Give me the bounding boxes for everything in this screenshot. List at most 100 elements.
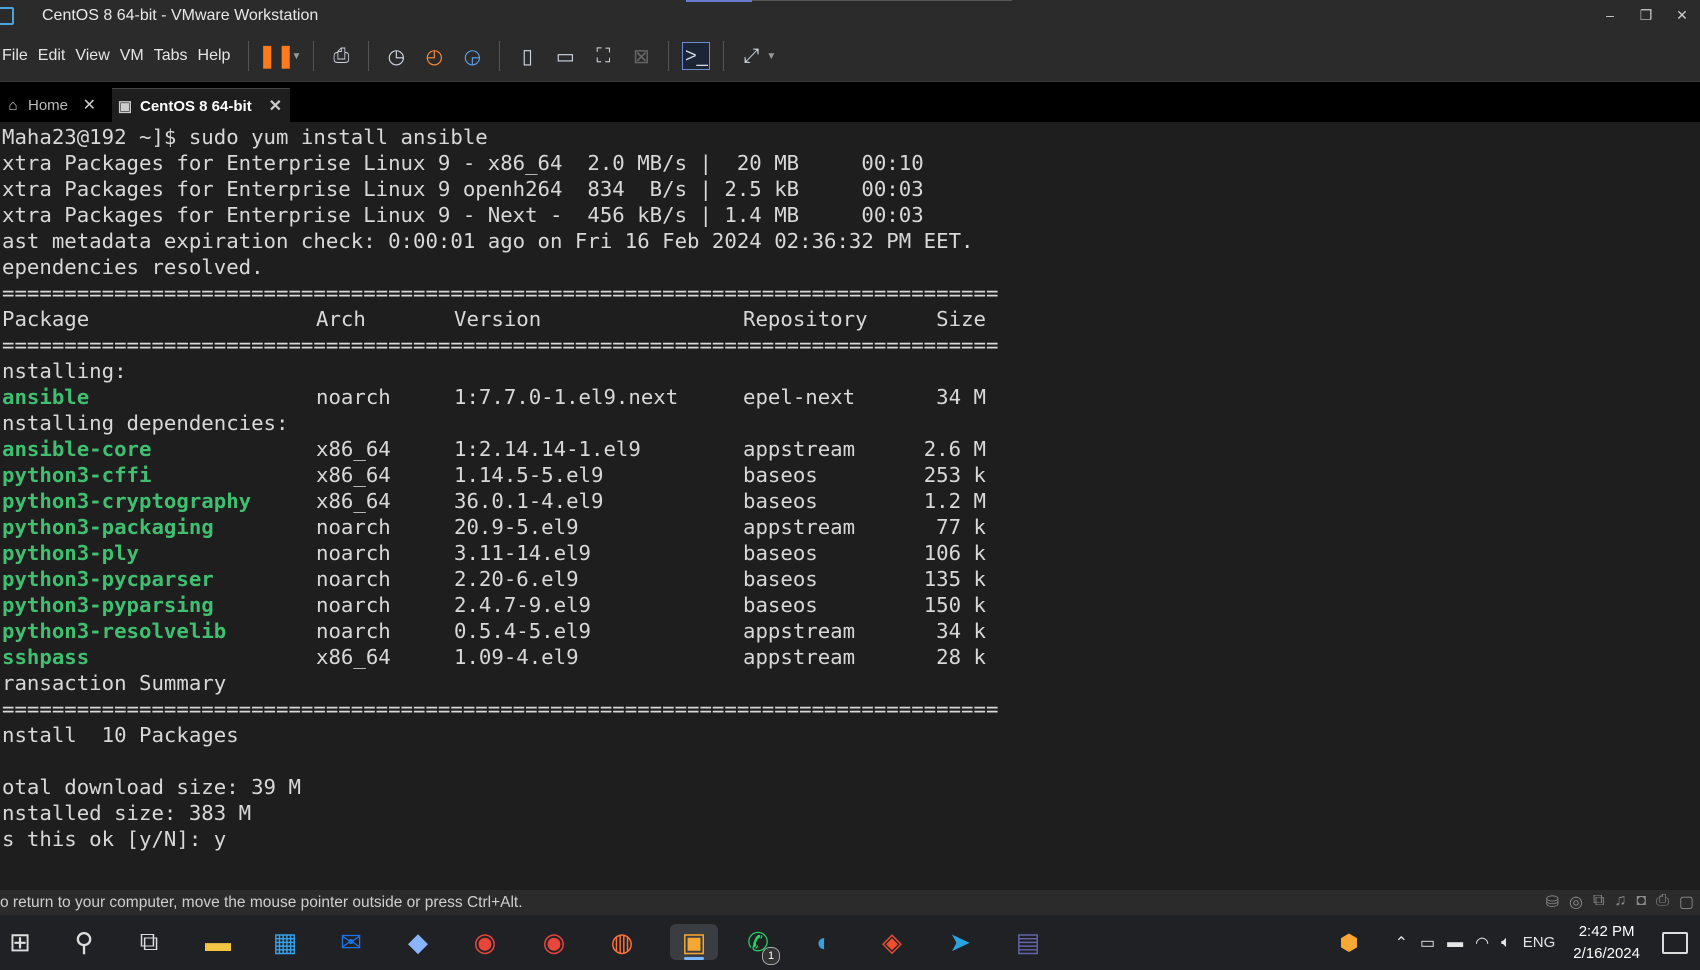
revert-snapshot-icon[interactable]: ◴ <box>420 42 448 70</box>
wifi-icon[interactable]: ◠ <box>1475 933 1489 953</box>
menu-help[interactable]: Help <box>198 47 241 65</box>
package-arch: noarch <box>316 385 391 409</box>
package-repo: baseos <box>743 463 818 487</box>
pause-icon[interactable]: ❚❚ <box>258 42 295 70</box>
package-repo: baseos <box>743 567 818 591</box>
deps-label: nstalling dependencies: <box>2 411 289 435</box>
package-name: sshpass <box>2 645 90 669</box>
package-arch: noarch <box>316 593 391 617</box>
microsoft-store-icon[interactable]: ▦ <box>267 924 303 960</box>
battery-icon[interactable]: ▬ <box>1447 934 1463 952</box>
package-size: 150 k <box>923 593 986 617</box>
stretch-dropdown-icon[interactable]: ▼ <box>766 51 776 62</box>
menu-vm[interactable]: VM <box>120 47 154 65</box>
windows-start-icon[interactable]: ⊞ <box>2 924 38 960</box>
installed-size: nstalled size: 383 M <box>2 801 252 825</box>
file-explorer-icon[interactable]: ▬ <box>200 924 236 960</box>
chevron-up-icon[interactable]: ⌃ <box>1395 933 1408 953</box>
toolbar-separator <box>499 41 501 71</box>
search-icon[interactable]: ⚲ <box>66 924 102 960</box>
pause-dropdown-icon[interactable]: ▼ <box>291 51 301 62</box>
vmware-app-icon <box>0 6 14 25</box>
camera-icon[interactable]: ◘ <box>1636 892 1646 912</box>
terminal-separator: ========================================… <box>2 281 999 305</box>
sound-card-icon[interactable]: ♫ <box>1614 892 1626 912</box>
package-repo: baseos <box>743 593 818 617</box>
menu-tabs[interactable]: Tabs <box>154 47 198 65</box>
package-version: 2.4.7-9.el9 <box>454 593 592 617</box>
menu-edit[interactable]: Edit <box>38 47 76 65</box>
vm-console[interactable]: Maha23@192 ~]$ sudo yum install ansible … <box>0 122 1700 890</box>
package-size: 2.6 M <box>923 437 986 461</box>
clock-time: 2:42 PM <box>1578 922 1635 940</box>
minimize-button[interactable]: – <box>1592 0 1628 31</box>
edge-icon[interactable]: ◐ <box>806 924 842 960</box>
tab-centos[interactable]: ▣ CentOS 8 64-bit ✕ <box>112 88 290 123</box>
menu-view[interactable]: View <box>75 47 119 65</box>
unity-icon[interactable]: ⊠ <box>627 42 655 70</box>
clock[interactable]: 2:42 PM 2/16/2024 <box>1573 921 1640 965</box>
outlook-new-icon[interactable]: ✉ <box>333 924 369 960</box>
cd-dvd-icon[interactable]: ◎ <box>1569 892 1583 912</box>
header-repository: Repository <box>743 307 868 331</box>
printer-icon[interactable]: ⎙ <box>1656 892 1669 912</box>
terminal-separator: ========================================… <box>2 697 999 721</box>
vmware-workstation-icon[interactable]: ▣ <box>670 924 718 960</box>
network-adapter-icon[interactable]: ⧉ <box>1593 892 1604 912</box>
send-ctrl-alt-del-icon[interactable]: ⎙ <box>327 42 355 70</box>
header-size: Size <box>936 307 986 331</box>
close-tab-icon[interactable]: ✕ <box>269 96 282 116</box>
package-version: 2.20-6.el9 <box>454 567 579 591</box>
close-tab-icon[interactable]: ✕ <box>83 95 96 115</box>
hard-disk-icon[interactable]: ⛁ <box>1546 892 1559 912</box>
take-snapshot-icon[interactable]: ◷ <box>382 42 410 70</box>
status-message: o return to your computer, move the mous… <box>0 893 523 911</box>
restore-button[interactable]: ❐ <box>1628 0 1664 31</box>
package-name: python3-cryptography <box>2 489 252 513</box>
telegram-icon[interactable]: ➤ <box>942 924 978 960</box>
language-indicator[interactable]: ENG <box>1523 934 1556 951</box>
table-row: ansible noarch 1:7.7.0-1.el9.next epel-n… <box>2 384 986 410</box>
volume-icon[interactable]: 🔈︎ <box>1501 934 1511 952</box>
thumbnail-bar-icon[interactable]: ▭ <box>551 42 579 70</box>
terminal-line: ast metadata expiration check: 0:00:01 a… <box>2 229 974 253</box>
package-repo: appstream <box>743 619 856 643</box>
package-version: 3.11-14.el9 <box>454 541 592 565</box>
terminal-line: Maha23@192 ~]$ sudo yum install ansible <box>2 125 488 149</box>
chrome-icon[interactable]: ◉ <box>467 924 503 960</box>
full-screen-icon[interactable]: ⛶ <box>589 42 617 70</box>
tab-home[interactable]: ⌂ Home ✕ <box>0 88 104 122</box>
stretch-guest-icon[interactable]: ⤢ <box>737 42 765 70</box>
package-arch: x86_64 <box>316 645 391 669</box>
teams-icon[interactable]: ▤ <box>1010 924 1046 960</box>
package-repo: appstream <box>743 645 856 669</box>
package-arch: noarch <box>316 541 391 565</box>
snapshot-manager-icon[interactable]: ◶ <box>458 42 486 70</box>
vmware-tray-icon[interactable]: ⬢ <box>1339 930 1358 956</box>
package-arch: x86_64 <box>316 463 391 487</box>
package-name: python3-cffi <box>2 463 152 487</box>
header-arch: Arch <box>316 307 366 331</box>
copilot-icon[interactable]: ◆ <box>400 924 436 960</box>
package-version: 1:7.7.0-1.el9.next <box>454 385 679 409</box>
meet-now-icon[interactable]: ▭ <box>1420 933 1435 953</box>
console-view-icon[interactable]: >_ <box>682 42 711 70</box>
git-icon[interactable]: ◈ <box>874 924 910 960</box>
message-icon[interactable]: ▢ <box>1679 892 1694 912</box>
whatsapp-badge: 1 <box>762 947 780 965</box>
home-icon: ⌂ <box>8 96 18 114</box>
chrome-profile-icon[interactable]: ◉ <box>536 924 572 960</box>
package-arch: noarch <box>316 567 391 591</box>
package-name: python3-pyparsing <box>2 593 214 617</box>
close-window-button[interactable]: ✕ <box>1664 0 1700 31</box>
notification-center-icon[interactable] <box>1662 931 1688 954</box>
task-view-icon[interactable]: ⧉ <box>131 924 167 960</box>
status-bar: o return to your computer, move the mous… <box>0 890 1700 915</box>
firefox-icon[interactable]: ◍ <box>604 924 640 960</box>
show-library-icon[interactable]: ▯ <box>513 42 541 70</box>
download-size: otal download size: 39 M <box>2 775 301 799</box>
menu-file[interactable]: File <box>0 47 38 65</box>
package-name: ansible-core <box>2 437 152 461</box>
package-version: 36.0.1-4.el9 <box>454 489 604 513</box>
package-version: 0.5.4-5.el9 <box>454 619 592 643</box>
